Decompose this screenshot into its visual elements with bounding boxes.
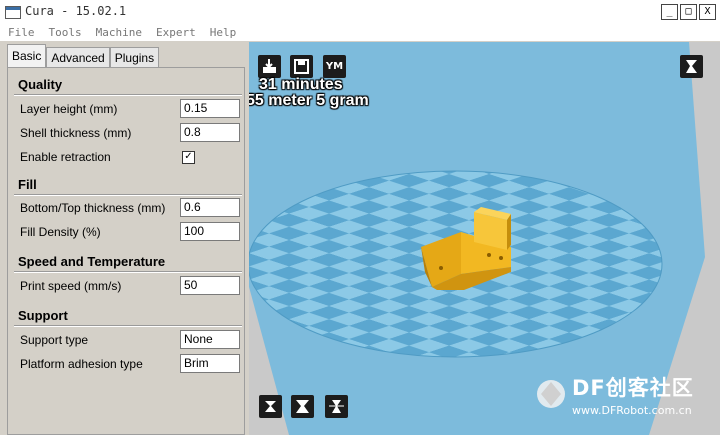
watermark-title: DF创客社区 [572,376,694,400]
watermark: DF创客社区 www.DFRobot.com.cn [572,372,694,417]
platform-adhesion-label: Platform adhesion type [20,357,143,371]
platform-adhesion-select[interactable]: Brim [180,354,240,373]
tab-advanced[interactable]: Advanced [46,47,110,68]
enable-retraction-label: Enable retraction [20,150,111,164]
print-speed-input[interactable]: 50 [180,276,240,295]
print-material: 55 meter 5 gram [249,92,369,109]
divider [14,94,242,96]
youmagine-icon[interactable]: YM [323,55,346,78]
settings-tabs: Basic Advanced Plugins [7,44,160,68]
rotate-tool-icon[interactable] [259,395,282,418]
maximize-button[interactable]: □ [680,4,697,20]
support-type-select[interactable]: None [180,330,240,349]
enable-retraction-checkbox[interactable]: ✓ [182,151,195,164]
basic-tab-content: Quality Layer height (mm) 0.15 Shell thi… [7,67,245,435]
dfrobot-logo-icon [537,380,565,408]
mirror-tool-icon[interactable] [325,395,348,418]
settings-panel: Basic Advanced Plugins Quality Layer hei… [3,42,246,435]
bottom-top-thickness-input[interactable]: 0.6 [180,198,240,217]
section-title-support: Support [18,308,68,323]
section-title-quality: Quality [18,77,63,92]
fill-density-label: Fill Density (%) [20,225,101,239]
shell-thickness-input[interactable]: 0.8 [180,123,240,142]
support-type-label: Support type [20,333,89,347]
title-bar: Cura - 15.02.1 _ □ X [0,0,720,25]
section-title-fill: Fill [18,177,37,192]
3d-viewport[interactable]: YM 31 minutes 55 meter 5 gram DF创客社区 www… [249,42,720,435]
print-estimate: 31 minutes 55 meter 5 gram [249,77,369,109]
layer-height-input[interactable]: 0.15 [180,99,240,118]
print-time: 31 minutes [259,76,343,93]
section-title-speed: Speed and Temperature [18,254,166,269]
menu-tools[interactable]: Tools [41,24,88,41]
divider [14,325,242,327]
save-icon[interactable] [290,55,313,78]
watermark-url: www.DFRobot.com.cn [572,404,692,417]
fill-density-input[interactable]: 100 [180,222,240,241]
menu-help[interactable]: Help [202,24,243,41]
tab-plugins[interactable]: Plugins [109,47,160,68]
minimize-button[interactable]: _ [661,4,678,20]
window-title: Cura - 15.02.1 [25,4,127,18]
divider [14,194,242,196]
load-icon[interactable] [258,55,281,78]
layer-height-label: Layer height (mm) [20,102,118,116]
shell-thickness-label: Shell thickness (mm) [20,126,132,140]
menu-expert[interactable]: Expert [148,24,202,41]
close-button[interactable]: X [699,4,716,20]
bottom-top-thickness-label: Bottom/Top thickness (mm) [20,201,166,215]
menu-file[interactable]: File [0,24,41,41]
menu-bar: File Tools Machine Expert Help [0,24,720,41]
app-icon [5,6,21,19]
view-mode-icon[interactable] [680,55,703,78]
tab-basic[interactable]: Basic [7,44,47,68]
window-controls: _ □ X [661,4,716,20]
divider [14,271,242,273]
print-speed-label: Print speed (mm/s) [20,279,122,293]
menu-machine[interactable]: Machine [88,24,148,41]
scale-tool-icon[interactable] [291,395,314,418]
